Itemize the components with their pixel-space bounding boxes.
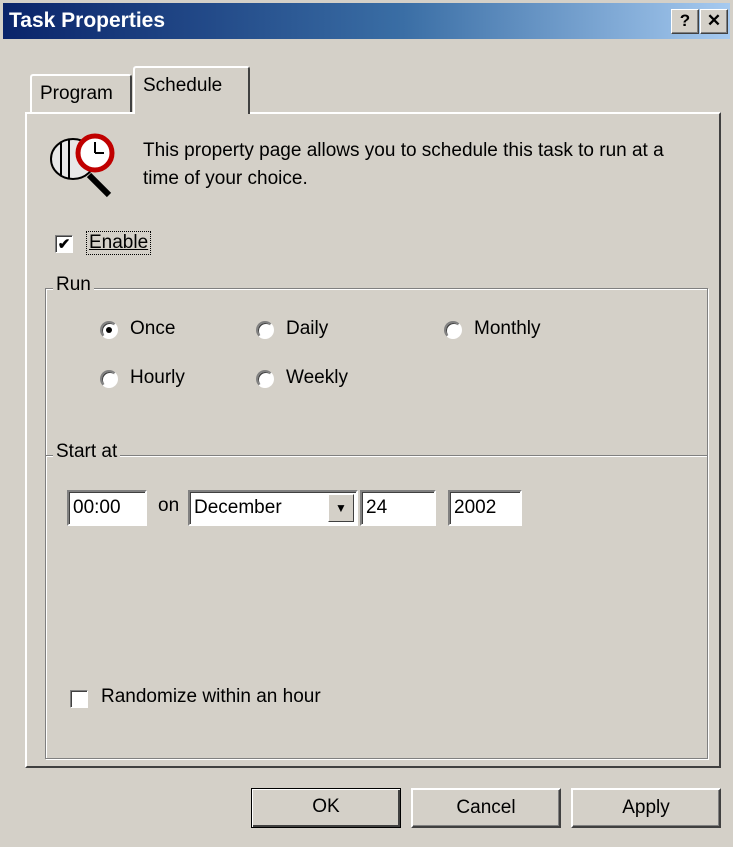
enable-label[interactable]: Enable	[86, 231, 152, 255]
on-label: on	[158, 495, 180, 516]
radio-weekly[interactable]	[256, 370, 274, 388]
enable-checkbox[interactable]: ✔	[55, 235, 73, 253]
ok-button[interactable]: OK	[251, 788, 401, 828]
month-value: December	[194, 497, 282, 518]
chevron-down-icon[interactable]: ▼	[328, 494, 354, 522]
radio-monthly[interactable]	[444, 321, 462, 339]
close-button[interactable]: ✕	[700, 9, 728, 34]
radio-hourly-label[interactable]: Hourly	[130, 367, 185, 389]
title-bar[interactable]: Task Properties ? ✕	[3, 3, 730, 39]
randomize-label[interactable]: Randomize within an hour	[101, 686, 321, 708]
run-legend: Run	[53, 274, 94, 296]
enable-label-text: Enable	[89, 232, 149, 253]
radio-weekly-label[interactable]: Weekly	[286, 367, 348, 389]
help-button[interactable]: ?	[671, 9, 699, 34]
tab-schedule[interactable]: Schedule	[133, 66, 250, 114]
start-at-legend: Start at	[53, 441, 121, 463]
radio-daily-label[interactable]: Daily	[286, 318, 328, 340]
radio-once-label[interactable]: Once	[130, 318, 175, 340]
tab-program[interactable]: Program	[30, 74, 132, 112]
year-input[interactable]: 2002	[448, 490, 522, 526]
randomize-checkbox[interactable]	[70, 690, 88, 708]
radio-monthly-label[interactable]: Monthly	[474, 318, 541, 340]
radio-once[interactable]	[100, 321, 118, 339]
cancel-button[interactable]: Cancel	[411, 788, 561, 828]
time-input[interactable]: 00:00	[67, 490, 147, 526]
radio-hourly[interactable]	[100, 370, 118, 388]
day-input[interactable]: 24	[360, 490, 436, 526]
month-select[interactable]: December ▼	[188, 490, 358, 526]
window-title: Task Properties	[9, 9, 166, 32]
description-text: This property page allows you to schedul…	[143, 140, 664, 189]
clock-magnifier-icon	[50, 133, 115, 198]
apply-button[interactable]: Apply	[571, 788, 721, 828]
radio-daily[interactable]	[256, 321, 274, 339]
task-properties-window: Task Properties ? ✕ Program Schedule Thi…	[0, 0, 733, 847]
